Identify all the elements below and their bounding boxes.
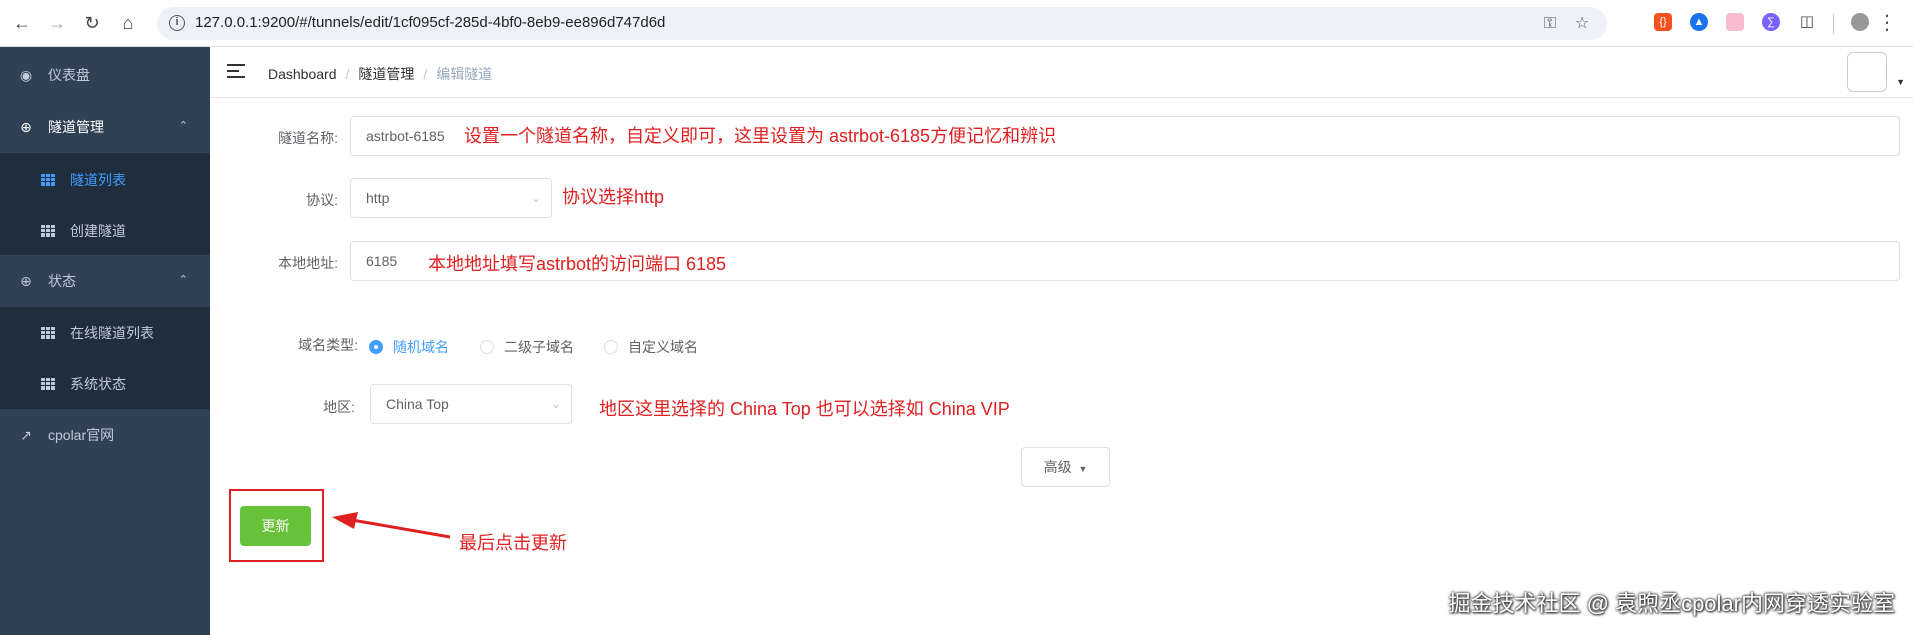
advanced-label: 高级 — [1043, 459, 1072, 475]
radio-label: 随机域名 — [393, 339, 449, 355]
tunnel-name-value: astrbot-6185 — [366, 128, 445, 144]
radio-custom-domain[interactable]: 自定义域名 — [604, 337, 698, 357]
site-info-icon[interactable]: i — [169, 15, 185, 31]
annotation-update: 最后点击更新 — [459, 533, 567, 553]
chevron-up-icon: ⌃ — [178, 274, 188, 286]
sidebar-item-tunnel-management[interactable]: ⊕ 隧道管理 ⌃ — [0, 101, 210, 153]
dashboard-icon: ◉ — [19, 66, 33, 83]
protocol-label: 协议: — [306, 192, 338, 208]
sidebar-item-label: 仪表盘 — [48, 67, 90, 83]
watermark: 掘金技术社区 @ 袁煦丞cpolar内网穿透实验室 — [1448, 591, 1895, 616]
radio-subdomain[interactable]: 二级子域名 — [480, 337, 574, 357]
chevron-down-icon: ⌄ — [530, 191, 541, 205]
extension-icon[interactable] — [1726, 13, 1744, 31]
annotation-protocol: 协议选择http — [562, 187, 665, 207]
hamburger-menu-icon[interactable] — [227, 64, 245, 78]
plus-circle-icon: ⊕ — [20, 118, 32, 135]
local-address-label: 本地地址: — [278, 255, 338, 271]
annotation-local: 本地地址填写astrbot的访问端口 6185 — [428, 254, 727, 274]
region-select[interactable]: China Top ⌄ — [370, 384, 572, 424]
radio-dot-icon — [369, 340, 383, 354]
sidebar-item-dashboard[interactable]: ◉ 仪表盘 — [0, 49, 210, 101]
top-navbar: Dashboard / 隧道管理 / 编辑隧道 ▼ — [210, 47, 1913, 98]
radio-label: 二级子域名 — [504, 339, 574, 355]
url-text[interactable]: 127.0.0.1:9200/#/tunnels/edit/1cf095cf-2… — [195, 14, 665, 31]
sidebar-item-create-tunnel[interactable]: 创建隧道 — [0, 206, 210, 255]
extension-icon[interactable]: {} — [1654, 13, 1672, 31]
reload-icon[interactable]: ↻ — [80, 11, 104, 35]
password-key-icon[interactable]: ⚿ — [1541, 15, 1559, 33]
plus-circle-icon: ⊕ — [20, 272, 32, 289]
chevron-up-icon: ⌃ — [178, 120, 188, 132]
radio-label: 自定义域名 — [628, 339, 698, 355]
protocol-select[interactable]: http ⌄ — [350, 178, 552, 218]
sidebar-item-label: 状态 — [48, 273, 76, 289]
sidebar-item-cpolar-site[interactable]: ↗ cpolar官网 — [0, 409, 210, 461]
caret-down-icon[interactable]: ▼ — [1896, 77, 1905, 87]
sidebar-item-label: 在线隧道列表 — [70, 324, 154, 341]
sidebar-item-system-status[interactable]: 系统状态 — [0, 358, 210, 409]
breadcrumb-item-tunnel-management[interactable]: 隧道管理 — [358, 66, 414, 82]
sidebar-item-label: 隧道列表 — [70, 171, 126, 188]
chevron-down-icon: ⌄ — [550, 397, 561, 411]
annotation-name: 设置一个隧道名称，自定义即可，这里设置为 astrbot-6185方便记忆和辨识 — [464, 126, 1057, 146]
breadcrumb: Dashboard / 隧道管理 / 编辑隧道 — [268, 66, 493, 82]
forward-icon[interactable]: → — [45, 11, 69, 35]
local-address-value: 6185 — [366, 253, 398, 269]
sidebar-item-label: 创建隧道 — [70, 222, 126, 239]
sidebar-item-label: 系统状态 — [70, 375, 126, 392]
annotation-region: 地区这里选择的 China Top 也可以选择如 China VIP — [599, 399, 1010, 419]
grid-icon — [40, 223, 56, 239]
sidebar-item-online-tunnels[interactable]: 在线隧道列表 — [0, 307, 210, 358]
profile-avatar-icon[interactable] — [1851, 13, 1869, 31]
sidebar-item-tunnel-list[interactable]: 隧道列表 — [0, 153, 210, 206]
sidebar-item-status[interactable]: ⊕ 状态 ⌃ — [0, 255, 210, 307]
browser-menu-icon[interactable]: ⋮ — [1877, 10, 1897, 35]
breadcrumb-item-dashboard[interactable]: Dashboard — [268, 66, 337, 82]
home-icon[interactable]: ⌂ — [116, 11, 140, 35]
extension-icon[interactable]: ▲ — [1690, 13, 1708, 31]
region-value: China Top — [386, 396, 449, 412]
browser-toolbar: ← → ↻ ⌂ i 127.0.0.1:9200/#/tunnels/edit/… — [0, 0, 1913, 47]
sidebar: ◉ 仪表盘 ⊕ 隧道管理 ⌃ 隧道列表 创建隧道 ⊕ 状态 ⌃ 在线隧道列表 系… — [0, 47, 210, 635]
back-icon[interactable]: ← — [10, 11, 34, 35]
update-button[interactable]: 更新 — [240, 506, 311, 546]
protocol-value: http — [366, 190, 390, 206]
tunnel-name-label: 隧道名称: — [278, 130, 338, 146]
annotation-arrow-icon — [332, 512, 451, 539]
grid-icon — [40, 172, 56, 188]
caret-down-icon: ▼ — [1078, 464, 1088, 474]
domain-type-label: 域名类型: — [298, 337, 358, 353]
external-link-icon: ↗ — [20, 426, 32, 443]
radio-dot-icon — [480, 340, 494, 354]
advanced-button[interactable]: 高级 ▼ — [1021, 447, 1110, 487]
address-bar[interactable]: i 127.0.0.1:9200/#/tunnels/edit/1cf095cf… — [157, 7, 1607, 40]
sidebar-item-label: cpolar官网 — [48, 427, 115, 443]
grid-icon — [40, 325, 56, 341]
toolbar-divider — [1833, 14, 1834, 34]
region-label: 地区: — [323, 399, 355, 415]
radio-dot-icon — [604, 340, 618, 354]
extension-icon[interactable]: ∑ — [1762, 13, 1780, 31]
avatar[interactable] — [1847, 52, 1887, 92]
breadcrumb-item-edit-tunnel: 编辑隧道 — [436, 66, 493, 82]
grid-icon — [40, 376, 56, 392]
extensions-puzzle-icon[interactable]: ◫ — [1798, 13, 1816, 31]
bookmark-star-icon[interactable]: ☆ — [1573, 15, 1591, 33]
sidebar-item-label: 隧道管理 — [48, 119, 104, 135]
radio-random-domain[interactable]: 随机域名 — [369, 337, 449, 357]
